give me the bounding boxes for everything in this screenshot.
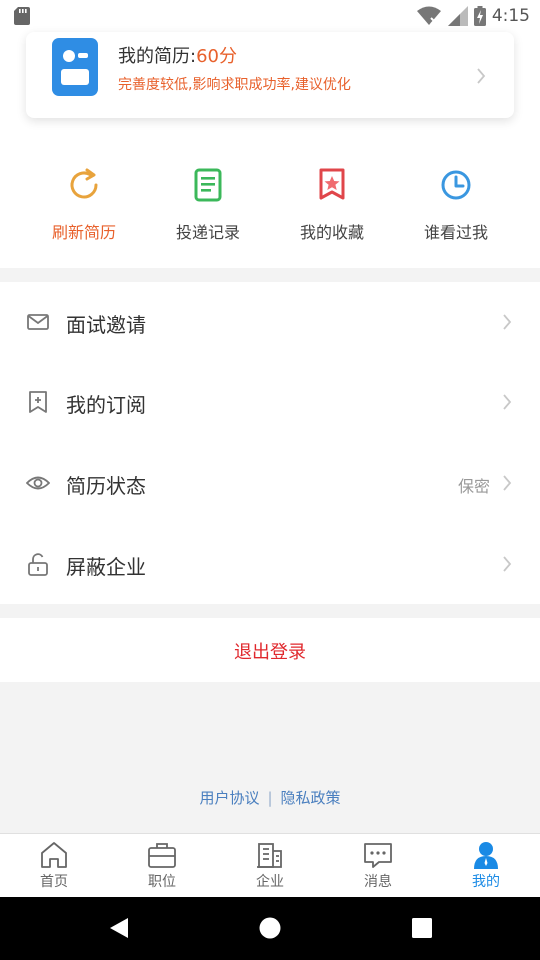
- bookmark-star-icon: [319, 168, 345, 200]
- menu-item-label: 简历状态: [66, 474, 146, 498]
- bottom-tab-bar: 首页 职位 企业 消息 我的: [0, 833, 540, 897]
- resume-title: 我的简历:60分: [118, 42, 237, 68]
- tab-profile[interactable]: 我的: [432, 834, 540, 898]
- quick-action-who-viewed-me[interactable]: 谁看过我: [394, 167, 518, 243]
- user-icon: [474, 842, 498, 869]
- logout-button[interactable]: 退出登录: [0, 618, 540, 682]
- tab-label: 企业: [256, 874, 284, 890]
- menu-item-label: 我的订阅: [66, 393, 146, 417]
- lock-icon: [28, 553, 48, 576]
- menu-item-interview-invitations[interactable]: 面试邀请: [0, 282, 540, 362]
- quick-action-favorites[interactable]: 我的收藏: [270, 167, 394, 243]
- signal-icon: [447, 6, 468, 26]
- recent-apps-icon[interactable]: [412, 918, 432, 938]
- quick-action-application-history[interactable]: 投递记录: [146, 167, 270, 243]
- resume-card[interactable]: 我的简历:60分 完善度较低,影响求职成功率,建议优化: [26, 32, 514, 118]
- menu-item-subscriptions[interactable]: 我的订阅: [0, 362, 540, 442]
- tab-label: 首页: [40, 874, 68, 890]
- quick-action-label: 谁看过我: [423, 223, 488, 242]
- menu-item-label: 屏蔽企业: [66, 555, 146, 579]
- resume-score: 60分: [196, 46, 237, 67]
- bookmark-plus-icon: [29, 391, 47, 413]
- profile-section: 我的简历:60分 完善度较低,影响求职成功率,建议优化 刷新简历 投递记录 我的…: [0, 32, 540, 268]
- quick-actions: 刷新简历 投递记录 我的收藏 谁看过我: [0, 167, 540, 247]
- mail-icon: [27, 314, 49, 330]
- quick-action-label: 我的收藏: [299, 223, 364, 242]
- privacy-policy-link[interactable]: 隐私政策: [281, 789, 341, 807]
- quick-action-refresh-resume[interactable]: 刷新简历: [22, 167, 146, 243]
- quick-action-label: 投递记录: [175, 223, 240, 242]
- menu-item-block-companies[interactable]: 屏蔽企业: [0, 524, 540, 604]
- tab-label: 消息: [364, 874, 392, 890]
- chevron-right-icon: [503, 556, 512, 572]
- briefcase-icon: [148, 843, 176, 868]
- resume-title-label: 我的简历:: [118, 46, 197, 67]
- chevron-right-icon: [503, 475, 512, 491]
- document-icon: [194, 168, 222, 202]
- menu-item-label: 面试邀请: [66, 313, 146, 337]
- wifi-icon: [416, 6, 441, 25]
- chevron-right-icon: [477, 68, 486, 84]
- home-button-icon[interactable]: [259, 917, 281, 939]
- status-bar: 4:15: [0, 0, 540, 32]
- settings-menu: 面试邀请 我的订阅 简历状态 保密 屏蔽企业: [0, 282, 540, 604]
- message-icon: [364, 843, 392, 868]
- refresh-icon: [70, 168, 98, 199]
- resume-hint: 完善度较低,影响求职成功率,建议优化: [118, 77, 351, 93]
- eye-icon: [26, 476, 50, 490]
- tab-messages[interactable]: 消息: [324, 834, 432, 898]
- building-icon: [257, 843, 282, 868]
- chevron-right-icon: [503, 394, 512, 410]
- system-navigation-bar: [0, 897, 540, 960]
- sd-card-icon: [14, 7, 30, 25]
- back-icon[interactable]: [108, 916, 130, 940]
- clock-time: 4:15: [491, 6, 530, 26]
- tab-home[interactable]: 首页: [0, 834, 108, 898]
- menu-item-resume-status[interactable]: 简历状态 保密: [0, 443, 540, 523]
- tab-label: 职位: [148, 874, 176, 890]
- home-icon: [41, 842, 67, 868]
- resume-status-value: 保密: [457, 477, 490, 496]
- tab-jobs[interactable]: 职位: [108, 834, 216, 898]
- footer-links: 用户协议 | 隐私政策: [0, 787, 540, 808]
- user-agreement-link[interactable]: 用户协议: [199, 789, 259, 807]
- tab-companies[interactable]: 企业: [216, 834, 324, 898]
- quick-action-label: 刷新简历: [51, 223, 116, 242]
- chevron-right-icon: [503, 314, 512, 330]
- footer-separator: |: [267, 789, 273, 807]
- clock-icon: [441, 170, 471, 200]
- tab-label: 我的: [472, 874, 500, 890]
- logout-label: 退出登录: [234, 642, 306, 663]
- battery-charging-icon: [473, 6, 486, 26]
- resume-icon: [52, 38, 98, 96]
